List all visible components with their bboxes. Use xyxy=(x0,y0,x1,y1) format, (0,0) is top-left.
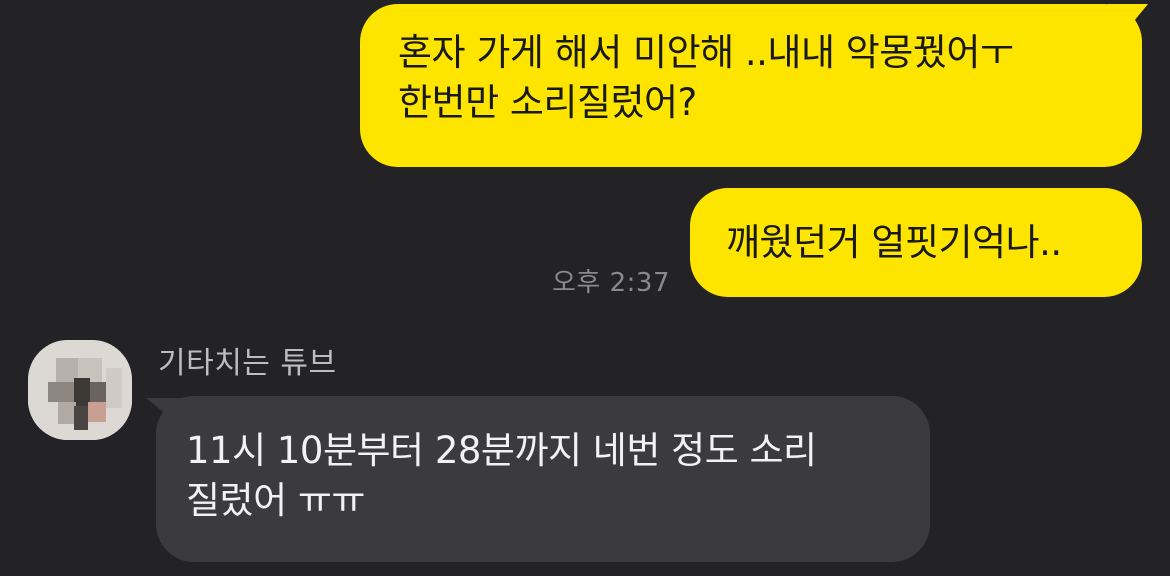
message-text-line: 깨웠던거 얼핏기억나.. xyxy=(726,221,1062,264)
sender-name: 기타치는 튜브 xyxy=(158,346,337,381)
sent-message-bubble[interactable]: 혼자 가게 해서 미안해 ..내내 악몽꿨어ㅜ 한번만 소리질렀어? xyxy=(360,4,1142,167)
message-text-line: 혼자 가게 해서 미안해 ..내내 악몽꿨어ㅜ xyxy=(398,31,1014,74)
message-text-line: 한번만 소리질렀어? xyxy=(398,81,697,124)
message-text-line: 11시 10분부터 28분까지 네번 정도 소리 xyxy=(186,429,817,472)
message-timestamp: 오후 2:37 xyxy=(552,268,670,298)
blurred-avatar-icon[interactable] xyxy=(28,340,132,440)
received-message-bubble[interactable]: 11시 10분부터 28분까지 네번 정도 소리 질렀어 ㅠㅠ xyxy=(156,396,930,562)
sent-message-bubble[interactable]: 깨웠던거 얼핏기억나.. xyxy=(690,188,1142,297)
message-text-line: 질렀어 ㅠㅠ xyxy=(186,479,365,522)
